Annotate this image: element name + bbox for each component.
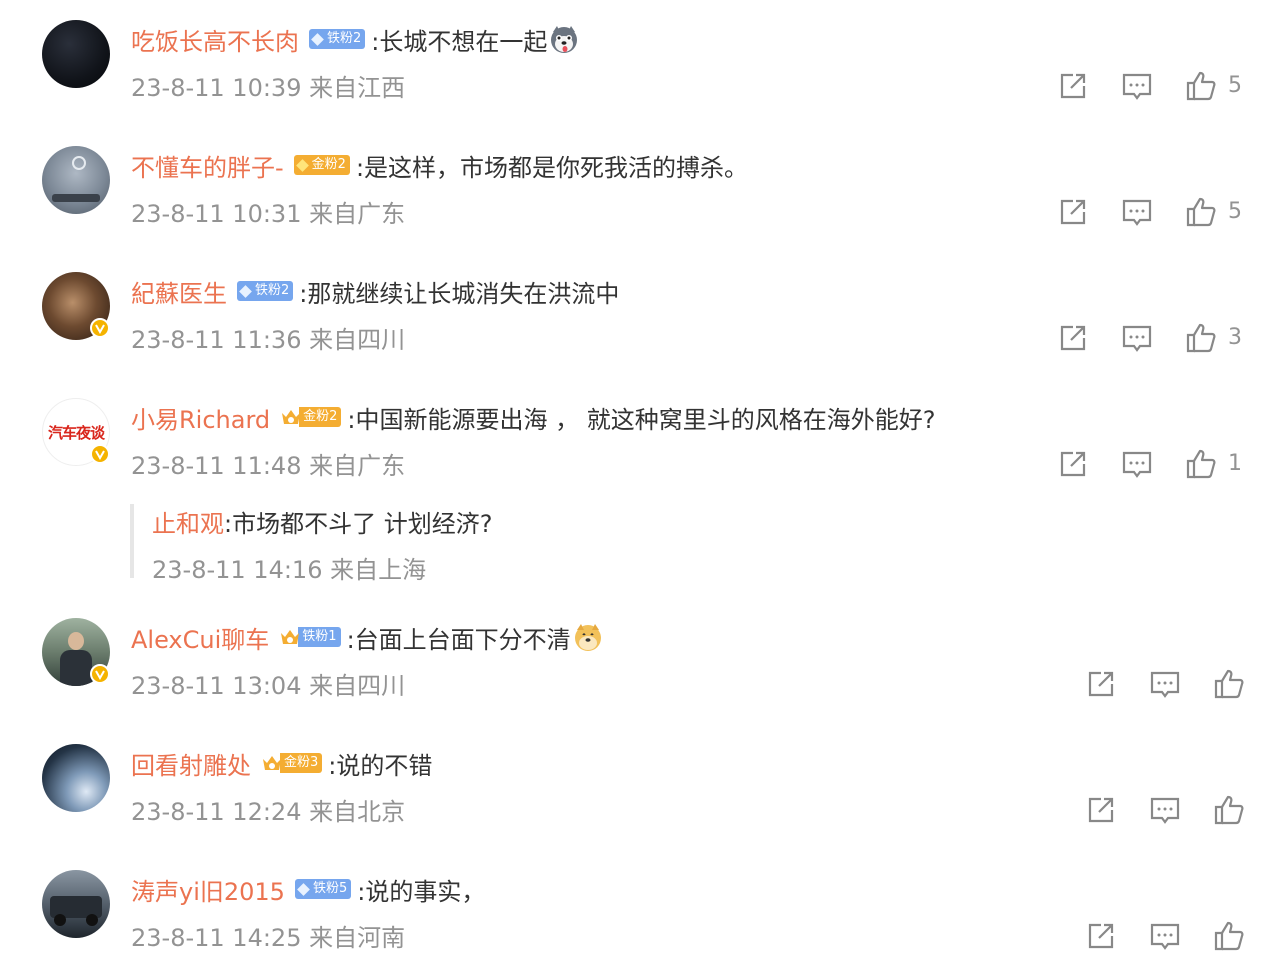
avatar[interactable]: [42, 20, 110, 88]
share-icon[interactable]: [1084, 667, 1118, 701]
fan-badge[interactable]: 金粉2: [293, 155, 350, 175]
like-count: 5: [1228, 73, 1242, 98]
comment-meta: 23-8-11 11:48 来自广东: [131, 452, 406, 480]
share-icon[interactable]: [1056, 321, 1090, 355]
avatar[interactable]: 汽车夜谈: [42, 398, 110, 466]
comment-icon[interactable]: [1120, 69, 1154, 103]
diamond-icon: [311, 32, 324, 46]
like-icon[interactable]: [1212, 667, 1246, 701]
husky-emoji-icon: [551, 26, 578, 53]
verified-icon: [90, 444, 110, 464]
verified-icon: [90, 318, 110, 338]
comment-text: :说的事实，: [357, 877, 486, 906]
like-icon[interactable]: [1212, 793, 1246, 827]
like-icon[interactable]: [1184, 321, 1218, 355]
fan-badge[interactable]: 金粉3: [280, 753, 323, 773]
avatar[interactable]: [42, 744, 110, 812]
diamond-icon: [239, 284, 252, 298]
doge-emoji-icon: [574, 624, 601, 651]
diamond-icon: [297, 882, 310, 896]
comment-text: :说的不错: [328, 751, 433, 780]
crown-icon: [281, 630, 300, 644]
share-icon[interactable]: [1084, 793, 1118, 827]
crown-icon: [282, 410, 301, 424]
username[interactable]: 吃饭长高不长肉: [131, 22, 299, 57]
comment-text: :那就继续让长城消失在洪流中: [299, 279, 620, 308]
username[interactable]: AlexCui聊车: [131, 620, 269, 655]
like-icon[interactable]: [1184, 447, 1218, 481]
fan-badge[interactable]: 铁粉5: [294, 879, 352, 899]
like-count: 5: [1228, 199, 1242, 224]
comment-icon[interactable]: [1120, 321, 1154, 355]
fan-badge[interactable]: 铁粉1: [298, 627, 341, 647]
reply-item: 止和观:市场都不斗了 计划经济? 23-8-11 14:16 来自上海: [130, 504, 1134, 584]
comment-icon[interactable]: [1120, 447, 1154, 481]
share-icon[interactable]: [1056, 195, 1090, 229]
username[interactable]: 不懂车的胖子-: [131, 148, 284, 183]
like-icon[interactable]: [1184, 69, 1218, 103]
reply-text: :市场都不斗了 计划经济?: [224, 510, 493, 538]
crown-icon: [263, 756, 281, 770]
comment-icon[interactable]: [1120, 195, 1154, 229]
comment-icon[interactable]: [1148, 919, 1182, 953]
avatar[interactable]: [42, 272, 110, 340]
fan-badge[interactable]: 金粉2: [299, 407, 342, 427]
like-icon[interactable]: [1212, 919, 1246, 953]
comment-text: :是这样，市场都是你死我活的搏杀。: [355, 153, 749, 182]
fan-badge[interactable]: 铁粉2: [237, 281, 294, 301]
share-icon[interactable]: [1056, 69, 1090, 103]
fan-badge[interactable]: 铁粉2: [309, 29, 366, 49]
comment-text: :台面上台面下分不清: [346, 625, 571, 654]
comment-meta: 23-8-11 12:24 来自北京: [131, 798, 406, 826]
comment-meta: 23-8-11 11:36 来自四川: [131, 326, 406, 354]
avatar[interactable]: [42, 146, 110, 214]
comment-icon[interactable]: [1148, 667, 1182, 701]
comment-text: :中国新能源要出海 ， 就这种窝里斗的风格在海外能好?: [347, 405, 936, 434]
comment-meta: 23-8-11 14:25 来自河南: [131, 924, 406, 952]
reply-username[interactable]: 止和观: [152, 510, 224, 538]
avatar[interactable]: [42, 618, 110, 686]
share-icon[interactable]: [1056, 447, 1090, 481]
like-count: 3: [1228, 325, 1242, 350]
verified-icon: [90, 664, 110, 684]
username[interactable]: 涛声yi旧2015: [131, 872, 285, 907]
like-icon[interactable]: [1184, 195, 1218, 229]
comment-text: :长城不想在一起: [371, 27, 548, 56]
reply-meta: 23-8-11 14:16 来自上海: [152, 556, 427, 584]
comment-meta: 23-8-11 10:31 来自广东: [131, 200, 406, 228]
like-count: 1: [1228, 451, 1242, 476]
username[interactable]: 回看射雕处: [131, 746, 251, 781]
username[interactable]: 小易Richard: [131, 400, 270, 435]
comment-meta: 23-8-11 10:39 来自江西: [131, 74, 406, 102]
comment-icon[interactable]: [1148, 793, 1182, 827]
comment-meta: 23-8-11 13:04 来自四川: [131, 672, 406, 700]
avatar[interactable]: [42, 870, 110, 938]
share-icon[interactable]: [1084, 919, 1118, 953]
avatar-logo-text: 汽车夜谈: [47, 423, 105, 442]
diamond-icon: [295, 158, 309, 172]
username[interactable]: 紀蘇医生: [131, 274, 227, 309]
